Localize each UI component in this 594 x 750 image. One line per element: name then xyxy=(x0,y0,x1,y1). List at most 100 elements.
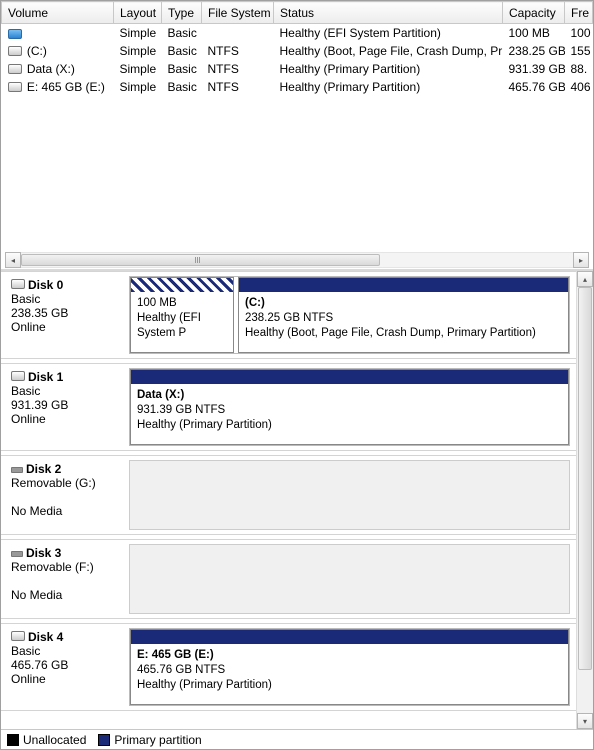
partition-efi[interactable]: 100 MB Healthy (EFI System P xyxy=(130,277,234,353)
disk-type: Removable (G:) xyxy=(11,476,121,490)
swatch-icon xyxy=(7,734,19,746)
cell: 155 xyxy=(565,42,593,60)
vol-name: E: 465 GB (E:) xyxy=(27,80,105,94)
partition-header xyxy=(131,370,568,384)
disk-type: Basic xyxy=(11,644,121,658)
partition-name: E: 465 GB (E:) xyxy=(137,648,562,663)
scroll-right-button[interactable]: ▸ xyxy=(573,252,589,268)
cell: Healthy (Primary Partition) xyxy=(274,60,503,78)
col-status[interactable]: Status xyxy=(274,2,503,24)
vol-name: Data (X:) xyxy=(27,62,75,76)
scroll-thumb[interactable] xyxy=(21,254,380,266)
partition-header xyxy=(239,278,568,292)
cell: Simple xyxy=(114,78,162,96)
partition-status: Healthy (Primary Partition) xyxy=(137,418,562,433)
partition-size: 465.76 GB NTFS xyxy=(137,663,562,678)
disk-info: Disk 3 Removable (F:) No Media xyxy=(1,540,129,618)
partition-name: (C:) xyxy=(245,296,562,311)
scroll-down-button[interactable]: ▾ xyxy=(577,713,593,729)
scroll-thumb[interactable] xyxy=(578,287,592,670)
disk-row[interactable]: Disk 1 Basic 931.39 GB Online Data (X:) … xyxy=(1,363,576,451)
disk-info: Disk 0 Basic 238.35 GB Online xyxy=(1,272,129,358)
scroll-track[interactable] xyxy=(577,287,593,713)
disk-name: Disk 1 xyxy=(28,370,63,384)
scroll-left-button[interactable]: ◂ xyxy=(5,252,21,268)
col-type[interactable]: Type xyxy=(162,2,202,24)
drive-icon xyxy=(8,29,22,39)
disk-size: 465.76 GB xyxy=(11,658,121,672)
cell: Basic xyxy=(162,42,202,60)
legend-label: Primary partition xyxy=(114,733,201,747)
disk-type: Basic xyxy=(11,384,121,398)
disk-info: Disk 4 Basic 465.76 GB Online xyxy=(1,624,129,710)
cell: Simple xyxy=(114,42,162,60)
partition-size: 931.39 GB NTFS xyxy=(137,403,562,418)
disk-row[interactable]: Disk 3 Removable (F:) No Media xyxy=(1,539,576,619)
col-filesystem[interactable]: File System xyxy=(202,2,274,24)
drive-icon xyxy=(8,82,22,92)
cell: Healthy (Boot, Page File, Crash Dump, Pr… xyxy=(274,42,503,60)
scroll-up-button[interactable]: ▴ xyxy=(577,271,593,287)
cell: Basic xyxy=(162,24,202,42)
partition-name: Data (X:) xyxy=(137,388,562,403)
partition-status: Healthy (Primary Partition) xyxy=(137,678,562,693)
partition-header xyxy=(131,278,233,292)
legend-item-primary: Primary partition xyxy=(98,733,201,747)
disk-row[interactable]: Disk 4 Basic 465.76 GB Online E: 465 GB … xyxy=(1,623,576,711)
partition-status: Healthy (Boot, Page File, Crash Dump, Pr… xyxy=(245,326,562,341)
legend: Unallocated Primary partition xyxy=(1,729,593,749)
disk-info: Disk 1 Basic 931.39 GB Online xyxy=(1,364,129,450)
disk-icon xyxy=(11,631,25,641)
col-free[interactable]: Fre xyxy=(565,2,593,24)
col-volume[interactable]: Volume xyxy=(2,2,114,24)
vertical-scrollbar[interactable]: ▴ ▾ xyxy=(576,271,593,729)
disk-type: Removable (F:) xyxy=(11,560,121,574)
partition-c[interactable]: (C:) 238.25 GB NTFS Healthy (Boot, Page … xyxy=(238,277,569,353)
cell: NTFS xyxy=(202,42,274,60)
cell: NTFS xyxy=(202,78,274,96)
partition-data-x[interactable]: Data (X:) 931.39 GB NTFS Healthy (Primar… xyxy=(130,369,569,445)
volume-list-pane: Volume Layout Type File System Status Ca… xyxy=(1,1,593,269)
volume-table[interactable]: Volume Layout Type File System Status Ca… xyxy=(1,1,593,96)
cell: Simple xyxy=(114,60,162,78)
disk-icon xyxy=(11,279,25,289)
horizontal-scrollbar[interactable]: ◂ ▸ xyxy=(5,251,589,269)
col-layout[interactable]: Layout xyxy=(114,2,162,24)
table-row[interactable]: Simple Basic Healthy (EFI System Partiti… xyxy=(2,24,593,42)
table-row[interactable]: Data (X:) Simple Basic NTFS Healthy (Pri… xyxy=(2,60,593,78)
removable-icon xyxy=(11,551,23,557)
disk-state: No Media xyxy=(11,504,121,518)
no-media-area[interactable] xyxy=(129,544,570,614)
cell: NTFS xyxy=(202,60,274,78)
disk-name: Disk 3 xyxy=(26,546,61,560)
disk-graphic-pane: Disk 0 Basic 238.35 GB Online 100 MB Hea… xyxy=(1,269,593,729)
drive-icon xyxy=(8,64,22,74)
table-row[interactable]: E: 465 GB (E:) Simple Basic NTFS Healthy… xyxy=(2,78,593,96)
disk-name: Disk 2 xyxy=(26,462,61,476)
cell: 100 xyxy=(565,24,593,42)
swatch-icon xyxy=(98,734,110,746)
disk-row[interactable]: Disk 2 Removable (G:) No Media xyxy=(1,455,576,535)
table-row[interactable]: (C:) Simple Basic NTFS Healthy (Boot, Pa… xyxy=(2,42,593,60)
disk-size: 931.39 GB xyxy=(11,398,121,412)
no-media-area[interactable] xyxy=(129,460,570,530)
legend-item-unallocated: Unallocated xyxy=(7,733,86,747)
legend-label: Unallocated xyxy=(23,733,86,747)
disk-name: Disk 4 xyxy=(28,630,63,644)
col-capacity[interactable]: Capacity xyxy=(503,2,565,24)
removable-icon xyxy=(11,467,23,473)
cell: 406 xyxy=(565,78,593,96)
cell: Healthy (Primary Partition) xyxy=(274,78,503,96)
disk-name: Disk 0 xyxy=(28,278,63,292)
disk-state: Online xyxy=(11,412,121,426)
disk-size: 238.35 GB xyxy=(11,306,121,320)
scroll-track[interactable] xyxy=(21,252,573,268)
disk-row[interactable]: Disk 0 Basic 238.35 GB Online 100 MB Hea… xyxy=(1,271,576,359)
partition-size: 100 MB xyxy=(137,296,227,311)
disk-state: Online xyxy=(11,320,121,334)
partition-size: 238.25 GB NTFS xyxy=(245,311,562,326)
cell: Healthy (EFI System Partition) xyxy=(274,24,503,42)
partition-e[interactable]: E: 465 GB (E:) 465.76 GB NTFS Healthy (P… xyxy=(130,629,569,705)
disk-type: Basic xyxy=(11,292,121,306)
disk-icon xyxy=(11,371,25,381)
